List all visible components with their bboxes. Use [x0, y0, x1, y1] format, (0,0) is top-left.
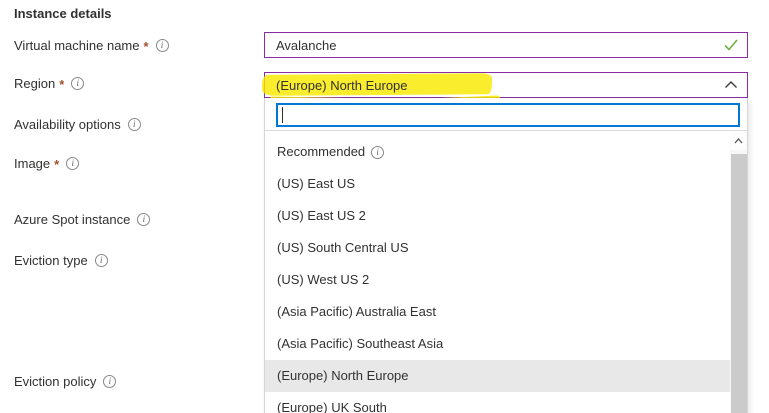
field-label-image: Image *	[14, 155, 79, 171]
label-text: Availability options	[14, 117, 121, 132]
region-option[interactable]: (US) South Central US	[265, 232, 730, 264]
region-option-selected[interactable]: (Europe) North Europe	[265, 360, 730, 392]
region-options-list: Recommended (US) East US (US) East US 2 …	[265, 132, 730, 413]
field-label-eviction-type: Eviction type	[14, 252, 108, 268]
field-label-availability-options: Availability options	[14, 116, 141, 132]
info-icon[interactable]	[137, 213, 150, 226]
group-header-text: Recommended	[277, 136, 365, 168]
info-icon[interactable]	[71, 77, 84, 90]
vm-name-field	[264, 32, 748, 58]
vm-name-input[interactable]	[265, 38, 724, 53]
scroll-up-arrow-icon	[734, 138, 743, 144]
info-icon[interactable]	[66, 157, 79, 170]
field-label-region: Region *	[14, 75, 84, 91]
scrollbar-thumb[interactable]	[731, 154, 747, 413]
label-text: Region	[14, 76, 55, 91]
info-icon[interactable]	[95, 254, 108, 267]
region-option[interactable]: (US) West US 2	[265, 264, 730, 296]
region-dropdown-flyout: Recommended (US) East US (US) East US 2 …	[264, 98, 748, 413]
dropdown-scrollbar[interactable]	[730, 132, 747, 413]
field-label-eviction-policy: Eviction policy	[14, 373, 116, 389]
region-option[interactable]: (Europe) UK South	[265, 392, 730, 413]
text-caret	[282, 107, 283, 123]
field-label-azure-spot-instance: Azure Spot instance	[14, 211, 150, 227]
scrollbar-up-button[interactable]	[730, 132, 747, 150]
info-icon[interactable]	[103, 375, 116, 388]
section-title: Instance details	[14, 6, 112, 21]
region-option[interactable]: (Asia Pacific) Southeast Asia	[265, 328, 730, 360]
label-text: Image	[14, 156, 50, 171]
create-vm-instance-details-section: Instance details Virtual machine name * R…	[0, 0, 769, 413]
info-icon[interactable]	[371, 146, 384, 159]
region-selected-value: (Europe) North Europe	[265, 78, 408, 93]
region-search-input[interactable]	[276, 103, 740, 127]
label-text: Eviction policy	[14, 374, 96, 389]
option-group-header: Recommended	[265, 136, 730, 168]
label-text: Eviction type	[14, 253, 88, 268]
label-text: Virtual machine name	[14, 38, 140, 53]
field-label-vm-name: Virtual machine name *	[14, 37, 169, 53]
region-option[interactable]: (US) East US	[265, 168, 730, 200]
info-icon[interactable]	[128, 118, 141, 131]
info-icon[interactable]	[156, 39, 169, 52]
dropdown-search-area	[265, 98, 747, 131]
chevron-up-icon[interactable]	[724, 80, 738, 90]
required-marker: *	[144, 39, 149, 54]
valid-check-icon	[724, 39, 738, 51]
required-marker: *	[54, 157, 59, 172]
required-marker: *	[59, 77, 64, 92]
region-option[interactable]: (Asia Pacific) Australia East	[265, 296, 730, 328]
label-text: Azure Spot instance	[14, 212, 130, 227]
region-option[interactable]: (US) East US 2	[265, 200, 730, 232]
